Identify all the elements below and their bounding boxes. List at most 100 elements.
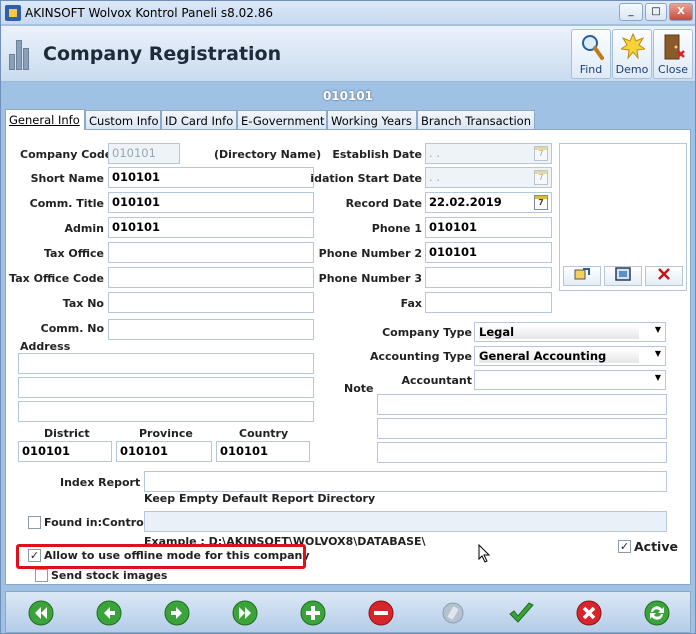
- delete-image-button[interactable]: [645, 266, 683, 286]
- tab-id-card-info-label: ID Card Info: [165, 114, 234, 128]
- load-image-button[interactable]: [563, 266, 601, 286]
- accounting-type-value: General Accounting: [479, 349, 639, 363]
- record-date-field[interactable]: 22.02.2019 7: [425, 192, 552, 213]
- province-label: Province: [139, 427, 193, 440]
- chevron-down-icon[interactable]: ▼: [655, 349, 661, 358]
- building-icon: [9, 38, 33, 70]
- add-record-button[interactable]: [296, 596, 330, 630]
- last-record-icon: [232, 600, 258, 626]
- found-in-checkbox[interactable]: [28, 516, 41, 529]
- active-checkbox[interactable]: ✓: [618, 540, 631, 553]
- calendar-icon[interactable]: 7: [534, 195, 548, 210]
- index-report-field[interactable]: [144, 471, 667, 492]
- phone2-field[interactable]: 010101: [425, 242, 552, 263]
- accounting-type-select[interactable]: General Accounting ▼: [474, 346, 666, 366]
- tab-e-government-label: E-Government: [241, 114, 325, 128]
- fax-field[interactable]: [425, 292, 552, 313]
- establish-date-value: . .: [429, 146, 440, 160]
- chevron-down-icon[interactable]: ▼: [655, 325, 661, 334]
- edit-icon: [442, 602, 464, 624]
- liquidation-start-date-field[interactable]: . . 7: [425, 167, 552, 188]
- first-record-button[interactable]: [24, 596, 58, 630]
- accountant-select[interactable]: ▼: [474, 370, 666, 390]
- tab-general-info[interactable]: General Info: [5, 109, 85, 130]
- close-label: Close: [658, 63, 688, 76]
- tab-e-government[interactable]: E-Government: [237, 110, 327, 129]
- cancel-record-button[interactable]: [572, 596, 606, 630]
- company-code-field[interactable]: 010101: [108, 143, 180, 164]
- record-navigation-bar: [5, 591, 691, 633]
- establish-date-field[interactable]: . . 7: [425, 143, 552, 164]
- refresh-record-button[interactable]: [640, 596, 674, 630]
- view-image-icon: [615, 267, 631, 281]
- view-image-button[interactable]: [604, 266, 642, 286]
- delete-record-button[interactable]: [364, 596, 398, 630]
- country-field[interactable]: 010101: [216, 441, 310, 462]
- address-line-3[interactable]: [18, 401, 314, 422]
- door-exit-icon: [664, 34, 685, 60]
- save-record-button[interactable]: [504, 596, 538, 630]
- index-report-hint: Keep Empty Default Report Directory: [144, 492, 376, 505]
- last-record-button[interactable]: [228, 596, 262, 630]
- comm-no-label: Comm. No: [40, 322, 104, 335]
- note-line-1[interactable]: [377, 394, 667, 415]
- admin-field[interactable]: 010101: [108, 217, 314, 238]
- edit-record-button[interactable]: [436, 596, 470, 630]
- comm-no-field[interactable]: [108, 319, 314, 340]
- general-info-panel: Company Code 010101 (Directory Name) Sho…: [5, 129, 691, 585]
- calendar-icon[interactable]: 7: [534, 146, 548, 161]
- close-button[interactable]: Close: [653, 29, 693, 79]
- plus-icon: [300, 600, 326, 626]
- delete-image-icon: [658, 268, 670, 280]
- country-label: Country: [239, 427, 289, 440]
- tax-office-code-field[interactable]: [108, 267, 314, 288]
- tab-working-years[interactable]: Working Years: [327, 110, 417, 129]
- highlight-box: [16, 544, 306, 569]
- tax-office-field[interactable]: [108, 242, 314, 263]
- accounting-type-label: Accounting Type: [369, 350, 472, 363]
- previous-record-button[interactable]: [92, 596, 126, 630]
- address-line-1[interactable]: [18, 353, 314, 374]
- phone3-field[interactable]: [425, 267, 552, 288]
- calendar-icon[interactable]: 7: [534, 170, 548, 185]
- company-code-label: Company Code: [20, 148, 113, 161]
- liquidation-start-date-label: idation Start Date: [310, 172, 422, 185]
- chevron-down-icon[interactable]: ▼: [655, 373, 661, 382]
- tax-no-field[interactable]: [108, 292, 314, 313]
- send-stock-images-checkbox[interactable]: [35, 569, 48, 582]
- minimize-button[interactable]: _: [619, 3, 643, 21]
- index-report-label: Index Report: [60, 476, 141, 489]
- tax-office-label: Tax Office: [43, 247, 104, 260]
- comm-title-field[interactable]: 010101: [108, 192, 314, 213]
- short-name-field[interactable]: 010101: [108, 167, 314, 188]
- close-window-button[interactable]: X: [669, 3, 693, 21]
- note-line-2[interactable]: [377, 418, 667, 439]
- province-field[interactable]: 010101: [116, 441, 212, 462]
- admin-label: Admin: [64, 222, 104, 235]
- find-button[interactable]: Find: [571, 29, 611, 79]
- company-type-label: Company Type: [382, 326, 472, 339]
- magnifier-icon: [582, 35, 604, 60]
- application-window: AKINSOFT Wolvox Kontrol Paneli s8.02.86 …: [0, 0, 696, 634]
- address-line-2[interactable]: [18, 377, 314, 398]
- comm-title-label: Comm. Title: [29, 197, 104, 210]
- tab-id-card-info[interactable]: ID Card Info: [161, 110, 237, 129]
- next-record-button[interactable]: [160, 596, 194, 630]
- company-type-select[interactable]: Legal ▼: [474, 322, 666, 342]
- app-icon: [5, 5, 21, 21]
- phone1-field[interactable]: 010101: [425, 217, 552, 238]
- district-label: District: [44, 427, 90, 440]
- tab-branch-transaction[interactable]: Branch Transaction: [417, 110, 535, 129]
- window-title: AKINSOFT Wolvox Kontrol Paneli s8.02.86: [25, 6, 273, 20]
- found-in-path-field[interactable]: [144, 511, 667, 532]
- note-line-3[interactable]: [377, 442, 667, 463]
- tax-no-label: Tax No: [62, 297, 104, 310]
- demo-button[interactable]: Demo: [612, 29, 652, 79]
- active-label: Active: [634, 539, 678, 554]
- maximize-button[interactable]: □: [645, 3, 667, 21]
- tab-branch-transaction-label: Branch Transaction: [421, 114, 532, 128]
- mouse-cursor-icon: [478, 544, 491, 563]
- cancel-icon: [576, 600, 602, 626]
- district-field[interactable]: 010101: [18, 441, 112, 462]
- tab-custom-info[interactable]: Custom Info: [85, 110, 161, 129]
